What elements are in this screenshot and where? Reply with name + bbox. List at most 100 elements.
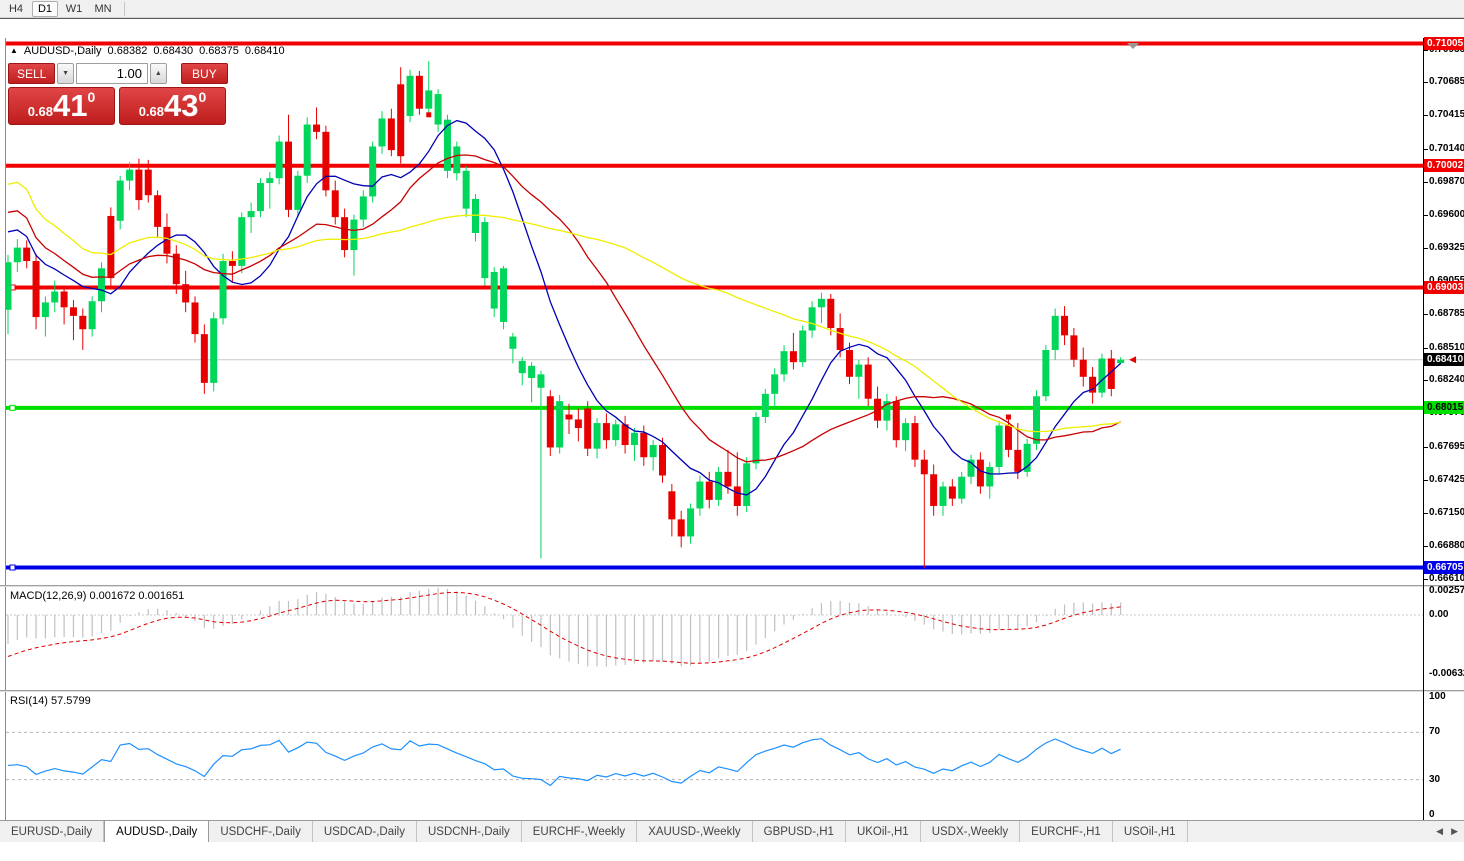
macd-tick-label: 0.00 (1429, 609, 1448, 621)
axis-tick-mark (1424, 513, 1428, 514)
chart-window: ▲ AUDUSD-,Daily 0.68382 0.68430 0.68375 … (0, 18, 1464, 820)
axis-tick-mark (1424, 149, 1428, 150)
buy-price-big: 43 (164, 91, 198, 121)
price-tick-label: 0.66610 (1429, 573, 1464, 585)
volume-decrease-button[interactable]: ▼ (57, 63, 74, 84)
buy-price-sup: 0 (199, 89, 207, 105)
one-click-trading-panel: SELL ▼ ▲ BUY 0.68410 0.68430 (8, 63, 228, 125)
buy-price-box[interactable]: 0.68430 (119, 87, 226, 125)
toolbar-separator (124, 2, 125, 16)
chart-tab[interactable]: UKOil-,H1 (846, 821, 921, 842)
axis-tick-mark (1424, 480, 1428, 481)
price-tick-label: 0.69325 (1429, 242, 1464, 254)
rsi-tick-label: 100 (1429, 691, 1446, 703)
chart-tab[interactable]: USOil-,H1 (1113, 821, 1188, 842)
price-axis-separator (1423, 38, 1424, 838)
chart-tab[interactable]: EURUSD-,Daily (0, 821, 104, 842)
volume-input[interactable] (76, 63, 148, 84)
tab-scroll-left-icon[interactable]: ◀ (1436, 826, 1443, 837)
tab-scroll-arrows[interactable]: ◀ ▶ (1436, 820, 1458, 842)
rsi-tick-label: 30 (1429, 774, 1440, 786)
level-line-handle[interactable] (10, 565, 15, 570)
chart-tab[interactable]: EURCHF-,H1 (1020, 821, 1113, 842)
level-line-handle[interactable] (10, 405, 15, 410)
macd-tick-label: -0.006326 (1429, 668, 1464, 680)
pane-divider-rsi[interactable] (0, 690, 1464, 692)
price-tick-label: 0.67695 (1429, 441, 1464, 453)
tab-scroll-right-icon[interactable]: ▶ (1451, 826, 1458, 837)
rsi-line (8, 739, 1121, 786)
ma-mid-line (8, 155, 1121, 462)
price-level-badge: 0.69003 (1424, 281, 1464, 294)
ohlc-low: 0.68375 (199, 45, 239, 57)
price-tick-label: 0.67150 (1429, 507, 1464, 519)
timeframe-button-h4[interactable]: H4 (3, 1, 29, 17)
signal-marker-icon (1090, 383, 1095, 388)
price-tick-label: 0.69870 (1429, 176, 1464, 188)
axis-tick-mark (1424, 380, 1428, 381)
macd-tick-label: 0.002574 (1429, 585, 1464, 597)
rsi-indicator-label: RSI(14) 57.5799 (10, 695, 91, 707)
buy-button[interactable]: BUY (181, 63, 228, 84)
volume-increase-button[interactable]: ▲ (150, 63, 167, 84)
timeframe-button-mn[interactable]: MN (90, 1, 116, 17)
chart-tab[interactable]: AUDUSD-,Daily (104, 820, 209, 842)
axis-tick-mark (1424, 314, 1428, 315)
chart-tab[interactable]: EURCHF-,Weekly (522, 821, 637, 842)
chart-ohlc-header: ▲ AUDUSD-,Daily 0.68382 0.68430 0.68375 … (10, 45, 285, 57)
axis-tick-mark (1424, 447, 1428, 448)
sell-price-sup: 0 (88, 89, 96, 105)
signal-marker-icon (426, 112, 431, 117)
ohlc-open: 0.68382 (108, 45, 148, 57)
price-tick-label: 0.70140 (1429, 143, 1464, 155)
axis-tick-mark (1424, 248, 1428, 249)
price-tick-label: 0.68785 (1429, 308, 1464, 320)
macd-indicator-label: MACD(12,26,9) 0.001672 0.001651 (10, 590, 184, 602)
chart-tab[interactable]: GBPUSD-,H1 (753, 821, 846, 842)
axis-tick-mark (1424, 348, 1428, 349)
buy-price-prefix: 0.68 (139, 104, 164, 119)
chart-tab[interactable]: USDCAD-,Daily (313, 821, 417, 842)
ma-slow-line (8, 182, 1121, 431)
chart-tab[interactable]: USDCNH-,Daily (417, 821, 522, 842)
price-level-badge: 0.70002 (1424, 159, 1464, 172)
price-level-badge: 0.71005 (1424, 37, 1464, 50)
price-tick-label: 0.67425 (1429, 474, 1464, 486)
axis-tick-mark (1424, 182, 1428, 183)
timeframe-toolbar: H4D1W1MN (0, 0, 1464, 18)
price-level-badge: 0.68015 (1424, 401, 1464, 414)
price-tick-label: 0.69600 (1429, 209, 1464, 221)
price-level-badge: 0.68410 (1424, 353, 1464, 366)
price-tick-label: 0.70415 (1429, 109, 1464, 121)
macd-pane (6, 588, 1423, 667)
axis-tick-mark (1424, 579, 1428, 580)
rsi-pane (6, 732, 1423, 785)
axis-tick-mark (1424, 546, 1428, 547)
timeframe-button-w1[interactable]: W1 (61, 1, 87, 17)
axis-tick-mark (1424, 50, 1428, 51)
chart-symbol-label: AUDUSD-,Daily (24, 45, 102, 57)
price-tick-label: 0.70685 (1429, 76, 1464, 88)
ma-fast-line (8, 121, 1121, 495)
signal-marker-icon (1006, 415, 1011, 420)
chart-tab[interactable]: XAUUSD-,Weekly (637, 821, 752, 842)
chart-tab[interactable]: USDX-,Weekly (921, 821, 1020, 842)
chart-tab[interactable]: USDCHF-,Daily (209, 821, 313, 842)
price-tick-label: 0.66880 (1429, 540, 1464, 552)
price-level-badge: 0.66705 (1424, 561, 1464, 574)
sell-price-box[interactable]: 0.68410 (8, 87, 115, 125)
chart-shift-marker-icon[interactable] (1127, 43, 1139, 49)
rsi-tick-label: 70 (1429, 726, 1440, 738)
candles-layer (5, 61, 1125, 568)
chart-tab-bar: EURUSD-,DailyAUDUSD-,DailyUSDCHF-,DailyU… (0, 820, 1464, 842)
price-chart[interactable] (0, 19, 1464, 861)
ohlc-high: 0.68430 (153, 45, 193, 57)
timeframe-button-d1[interactable]: D1 (32, 1, 58, 17)
axis-tick-mark (1424, 215, 1428, 216)
price-arrow-icon (1129, 356, 1136, 363)
sell-button[interactable]: SELL (8, 63, 55, 84)
axis-tick-mark (1424, 82, 1428, 83)
sell-price-prefix: 0.68 (28, 104, 53, 119)
pane-divider-macd[interactable] (0, 585, 1464, 587)
symbol-expand-icon[interactable]: ▲ (10, 46, 18, 55)
